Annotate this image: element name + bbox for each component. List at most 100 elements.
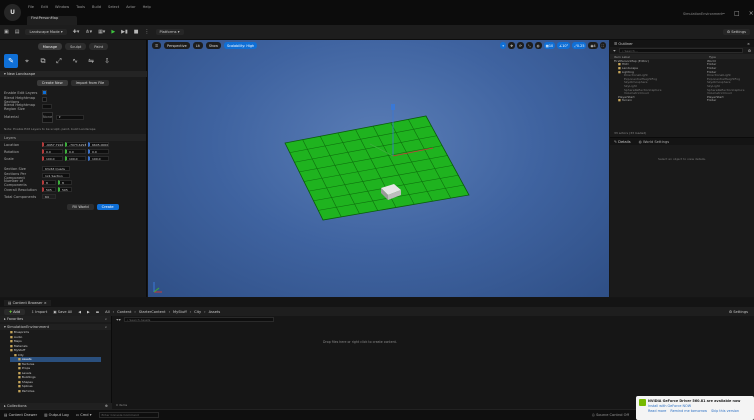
tool-edit[interactable]: ∿ — [68, 54, 82, 68]
rotate-icon[interactable]: ⟳ — [517, 42, 524, 49]
content-drawer-button[interactable]: ▤ Content Drawer — [4, 413, 37, 417]
breadcrumb-item[interactable]: Content — [117, 310, 131, 314]
menu-tools[interactable]: Tools — [76, 5, 85, 9]
menu-build[interactable]: Build — [92, 5, 101, 9]
world-space-icon[interactable]: ◍ — [534, 42, 542, 49]
outliner-search-input[interactable]: ⌕ Search... — [618, 48, 743, 53]
rotation-y-field[interactable]: 0.0 — [65, 149, 86, 154]
tool-import[interactable]: ⇩ — [100, 54, 114, 68]
asset-view[interactable]: ⏷▾ ⌕ Search Assets Drop files here or ri… — [112, 316, 608, 409]
minimize-icon[interactable]: – — [722, 10, 725, 17]
tab-paint[interactable]: Paint — [89, 43, 109, 50]
new-landscape-header[interactable]: ▾ New Landscape — [0, 71, 147, 77]
menu-window[interactable]: Window — [55, 5, 69, 9]
breadcrumb-item[interactable]: All — [105, 310, 109, 314]
history-back-icon[interactable]: ◀ — [78, 310, 81, 314]
level-tab[interactable]: FirstPersonMap — [27, 16, 77, 25]
grid-snap-icon[interactable]: ▦ 10 — [543, 42, 556, 49]
translate-icon[interactable]: ✥ — [508, 42, 516, 49]
tree-folder[interactable]: ■ Particles — [10, 389, 111, 394]
breadcrumb-item[interactable]: StarterContent — [139, 310, 166, 314]
history-forward-icon[interactable]: ▶ — [87, 310, 90, 314]
cinematics-icon[interactable]: ▦▾ — [98, 29, 105, 35]
rotation-snap-icon[interactable]: ∠ 10° — [557, 42, 571, 49]
outliner-row[interactable]: ■ Terrain Folder — [610, 98, 754, 102]
fill-world-button[interactable]: Fill World — [67, 204, 94, 210]
content-icon[interactable]: ▤ — [15, 29, 20, 35]
menu-select[interactable]: Select — [108, 5, 119, 9]
step-icon[interactable]: ▶▮ — [121, 29, 128, 35]
rotation-z-field[interactable]: 0.0 — [88, 149, 109, 154]
gizmo-handle[interactable] — [391, 104, 395, 110]
sections-per-component-dropdown[interactable]: 1x1 Section — [42, 173, 70, 178]
scalability-warning[interactable]: Scalability: High — [224, 42, 258, 49]
close-outliner-icon[interactable]: × — [747, 42, 754, 46]
skip-version-link[interactable]: Skip this version — [711, 409, 739, 413]
unreal-logo-icon[interactable]: U — [4, 4, 21, 21]
blend-sections-checkbox[interactable] — [42, 97, 47, 102]
tab-world-settings[interactable]: ◍ World Settings — [639, 140, 669, 144]
material-dropdown[interactable]: ▾ — [56, 114, 84, 120]
add-collection-icon[interactable]: ⊕ — [105, 404, 112, 408]
breadcrumb-item[interactable]: MyStuff — [173, 310, 187, 314]
console-input[interactable]: Enter Console Command — [98, 412, 159, 418]
location-y-field[interactable]: -7073.6293 — [65, 142, 86, 147]
scale-snap-icon[interactable]: ⤢ 0.25 — [572, 42, 587, 49]
project-search-icon[interactable]: ⌕ — [105, 325, 111, 329]
scale-x-field[interactable]: 100.0 — [42, 156, 63, 161]
location-z-field[interactable]: 6605.0000 — [88, 142, 109, 147]
favorites-search-icon[interactable]: ⌕ — [105, 317, 111, 321]
menu-actor[interactable]: Actor — [126, 5, 135, 9]
components-y-field[interactable]: 8 — [58, 180, 72, 185]
maximize-viewport-icon[interactable]: ⛶ — [599, 42, 606, 49]
viewport-menu-button[interactable]: ☰ — [152, 42, 162, 49]
rotation-x-field[interactable]: 0.0 — [42, 149, 63, 154]
viewport-scene[interactable] — [148, 40, 609, 297]
tool-select[interactable]: ⌖ — [20, 54, 34, 68]
stop-icon[interactable]: ■ — [134, 29, 139, 35]
favorites-header[interactable]: ▸ Favorites ⌕ — [0, 316, 111, 322]
tool-copy[interactable]: ⧉ — [36, 54, 50, 68]
read-more-link[interactable]: Read more — [648, 409, 666, 413]
blend-region-field[interactable] — [42, 104, 52, 109]
settings-button[interactable]: ⚙ Settings — [722, 29, 750, 35]
play-icon[interactable]: ▶ — [111, 29, 115, 35]
scale-icon[interactable]: ⤡ — [525, 42, 533, 49]
resolution-y-field[interactable]: 505 — [58, 187, 72, 192]
asset-search-input[interactable]: ⌕ Search Assets — [123, 317, 274, 322]
enable-edit-layers-checkbox[interactable] — [42, 90, 47, 95]
output-log-button[interactable]: ▥ Output Log — [44, 413, 69, 417]
scale-y-field[interactable]: 100.0 — [65, 156, 86, 161]
add-actor-icon[interactable]: ✚▾ — [73, 29, 80, 35]
outliner-settings-icon[interactable]: ⚙ — [748, 49, 751, 53]
tab-manage[interactable]: Manage — [37, 43, 63, 50]
breadcrumb-item[interactable]: City — [194, 310, 201, 314]
close-icon[interactable]: × — [749, 10, 754, 17]
tab-outliner[interactable]: ☰ Outliner — [614, 42, 633, 46]
resolution-x-field[interactable]: 505 — [42, 187, 56, 192]
blueprint-icon[interactable]: ⋔▾ — [85, 29, 92, 35]
asset-filter-icon[interactable]: ⏷▾ — [116, 318, 121, 322]
tab-details[interactable]: ✎ Details — [614, 140, 631, 144]
level-viewport[interactable]: ☰ Perspective Lit Show Scalability: High… — [148, 40, 609, 297]
show-button[interactable]: Show — [205, 42, 222, 49]
play-options-icon[interactable]: ⋮ — [145, 29, 150, 35]
maximize-icon[interactable]: □ — [734, 10, 740, 17]
location-x-field[interactable]: -6957.7910 — [42, 142, 63, 147]
menu-file[interactable]: File — [28, 5, 34, 9]
tool-new[interactable]: ✎ — [4, 54, 18, 68]
menu-edit[interactable]: Edit — [41, 5, 48, 9]
add-button[interactable]: ✚ Add — [4, 308, 26, 315]
menu-help[interactable]: Help — [143, 5, 151, 9]
components-x-field[interactable]: 8 — [42, 180, 56, 185]
lit-button[interactable]: Lit — [192, 42, 203, 49]
platforms-dropdown[interactable]: Platforms ▾ — [155, 29, 184, 35]
breadcrumb-item[interactable]: Assets — [209, 310, 221, 314]
tool-mirror[interactable]: ⇋ — [84, 54, 98, 68]
perspective-button[interactable]: Perspective — [164, 42, 190, 49]
tab-content-browser[interactable]: ▤ Content Browser × — [4, 299, 51, 306]
notification-subtitle[interactable]: Install with GeForce NOW — [648, 404, 751, 408]
remind-tomorrow-link[interactable]: Remind me tomorrow — [670, 409, 707, 413]
cmd-dropdown[interactable]: ▭ Cmd ▾ — [76, 413, 92, 417]
material-thumbnail[interactable]: None — [42, 111, 53, 123]
